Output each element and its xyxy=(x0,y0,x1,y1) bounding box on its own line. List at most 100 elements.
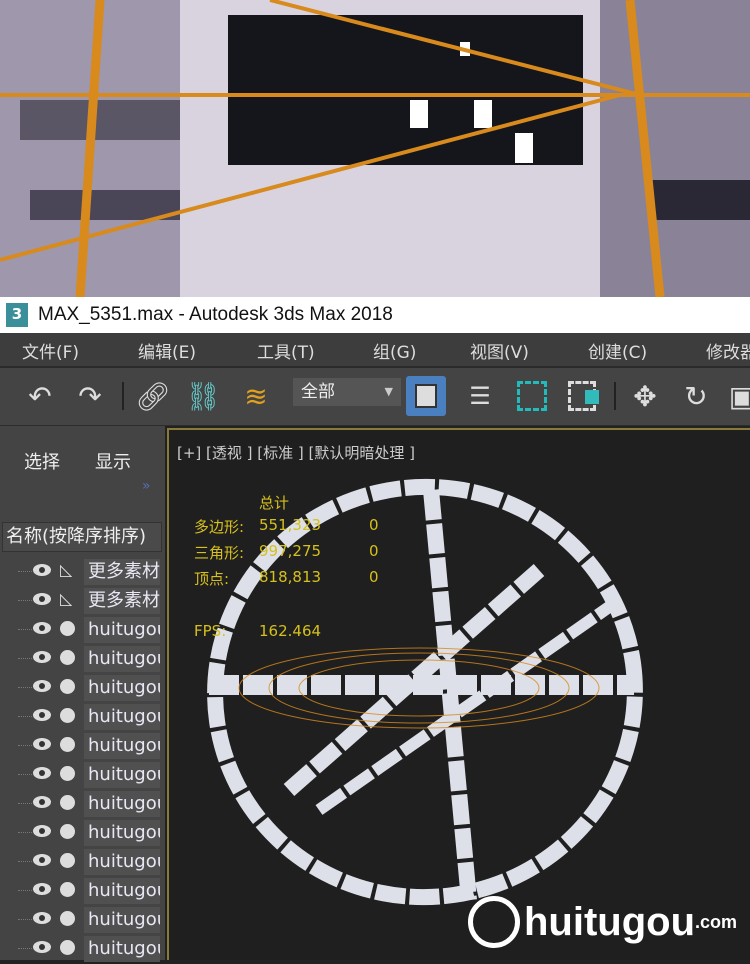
tree-line xyxy=(18,687,32,688)
window-crossing-icon[interactable] xyxy=(562,376,602,416)
list-item[interactable]: huitugou xyxy=(0,645,165,674)
tree-line xyxy=(18,571,32,572)
expand-icon[interactable]: » xyxy=(142,478,151,494)
menu-file[interactable]: 文件(F) xyxy=(22,338,79,363)
eye-icon[interactable] xyxy=(33,796,51,808)
list-item[interactable]: huitugou xyxy=(0,877,165,906)
list-item[interactable]: huitugou xyxy=(0,616,165,645)
tree-line xyxy=(18,948,32,949)
viewport-label[interactable]: [+] [透视 ] [标准 ] [默认明暗处理 ] xyxy=(177,442,415,463)
geometry-icon xyxy=(60,679,75,694)
stats-header: 总计 xyxy=(259,494,290,512)
main-toolbar: ↶ ↷ 🔗︎ ⛓︎ ≋ 全部 ▼ ☰ ✥ ↻ ▣ xyxy=(0,368,750,426)
tab-select[interactable]: 选择 xyxy=(24,448,60,474)
stat-total: 997,275 xyxy=(259,542,322,560)
list-item[interactable]: huitugou xyxy=(0,674,165,703)
rectangular-selection-icon[interactable] xyxy=(512,376,552,416)
chevron-down-icon: ▼ xyxy=(384,385,393,398)
rotate-icon[interactable]: ↻ xyxy=(676,376,716,416)
dashed-rect xyxy=(517,381,547,411)
eye-icon[interactable] xyxy=(33,651,51,663)
menu-group[interactable]: 组(G) xyxy=(373,338,416,363)
toolbar-divider xyxy=(614,382,616,410)
list-item[interactable]: huitugou xyxy=(0,761,165,790)
eye-icon[interactable] xyxy=(33,767,51,779)
app-logo-icon: 3 xyxy=(6,303,28,327)
scene-render-preview xyxy=(0,0,750,297)
eye-icon[interactable] xyxy=(33,738,51,750)
perspective-viewport[interactable]: [+] [透视 ] [标准 ] [默认明暗处理 ] 总计 多边形: 551,323… xyxy=(167,428,750,960)
fill-square xyxy=(585,390,599,404)
list-item[interactable]: huitugou xyxy=(0,790,165,819)
watermark-suffix: .com xyxy=(695,911,738,932)
tree-line xyxy=(18,861,32,862)
list-item[interactable]: huitugou xyxy=(0,819,165,848)
scene-model xyxy=(207,478,643,906)
item-name: huitugou xyxy=(84,907,160,933)
stat-label: 三角形: xyxy=(194,544,245,562)
list-item[interactable]: ◺ 更多素材 xyxy=(0,558,165,587)
menu-view[interactable]: 视图(V) xyxy=(470,338,529,363)
eye-icon[interactable] xyxy=(33,680,51,692)
menu-edit[interactable]: 编辑(E) xyxy=(138,338,196,363)
item-name: huitugou xyxy=(84,704,160,730)
name-column-header[interactable]: 名称(按降序排序) xyxy=(2,522,162,552)
stat-selected: 0 xyxy=(369,542,379,560)
item-name: huitugou xyxy=(84,791,160,817)
helper-icon: ◺ xyxy=(60,560,73,579)
eye-icon[interactable] xyxy=(33,854,51,866)
bind-space-warp-icon[interactable]: ≋ xyxy=(236,376,276,416)
list-item[interactable]: huitugou xyxy=(0,848,165,877)
list-item[interactable]: ◺ 更多素材 xyxy=(0,587,165,616)
geometry-icon xyxy=(60,650,75,665)
selection-filter-dropdown[interactable]: 全部 ▼ xyxy=(293,378,401,406)
eye-icon[interactable] xyxy=(33,883,51,895)
dashed-rect xyxy=(568,381,599,411)
menu-bar: 文件(F) 编辑(E) 工具(T) 组(G) 视图(V) 创建(C) 修改器 xyxy=(0,333,750,368)
undo-icon[interactable]: ↶ xyxy=(20,376,60,416)
scene-explorer: 选择 显示 » 名称(按降序排序) ◺ 更多素材 ◺ 更多素材 huitugou huit… xyxy=(0,426,165,962)
item-name: huitugou xyxy=(84,733,160,759)
select-by-name-icon[interactable]: ☰ xyxy=(460,376,500,416)
eye-icon[interactable] xyxy=(33,709,51,721)
eye-icon[interactable] xyxy=(33,912,51,924)
tree-line xyxy=(18,919,32,920)
tab-display[interactable]: 显示 xyxy=(95,448,131,474)
stat-selected: 0 xyxy=(369,568,379,586)
menu-create[interactable]: 创建(C) xyxy=(588,338,647,363)
tree-line xyxy=(18,600,32,601)
eye-icon[interactable] xyxy=(33,622,51,634)
eye-icon[interactable] xyxy=(33,825,51,837)
move-icon[interactable]: ✥ xyxy=(625,376,665,416)
eye-icon[interactable] xyxy=(33,593,51,605)
fps-label: FPS: xyxy=(194,622,227,640)
item-name: huitugou xyxy=(84,646,160,672)
scale-icon[interactable]: ▣ xyxy=(722,376,750,416)
list-item[interactable]: huitugou xyxy=(0,703,165,732)
item-name: huitugou xyxy=(84,617,160,643)
stat-total: 818,813 xyxy=(259,568,322,586)
redo-icon[interactable]: ↷ xyxy=(70,376,110,416)
geometry-icon xyxy=(60,621,75,636)
tree-line xyxy=(18,716,32,717)
menu-tools[interactable]: 工具(T) xyxy=(257,338,315,363)
menu-modifiers[interactable]: 修改器 xyxy=(706,338,750,363)
tree-line xyxy=(18,629,32,630)
unlink-icon[interactable]: ⛓︎ xyxy=(183,376,223,416)
toolbar-divider xyxy=(122,382,124,410)
link-icon[interactable]: 🔗︎ xyxy=(133,376,173,416)
tree-line xyxy=(18,774,32,775)
eye-icon[interactable] xyxy=(33,941,51,953)
tree-line xyxy=(18,658,32,659)
list-item[interactable]: huitugou xyxy=(0,906,165,935)
select-object-button[interactable] xyxy=(406,376,446,416)
item-name: huitugou xyxy=(84,820,160,846)
item-name: 更多素材 xyxy=(84,588,160,614)
item-name: huitugou xyxy=(84,675,160,701)
fps-value: 162.464 xyxy=(259,622,322,640)
item-name: 更多素材 xyxy=(84,559,160,585)
list-item[interactable]: huitugou xyxy=(0,732,165,761)
eye-icon[interactable] xyxy=(33,564,51,576)
selection-filter-value: 全部 xyxy=(301,382,335,402)
geometry-icon xyxy=(60,940,75,955)
